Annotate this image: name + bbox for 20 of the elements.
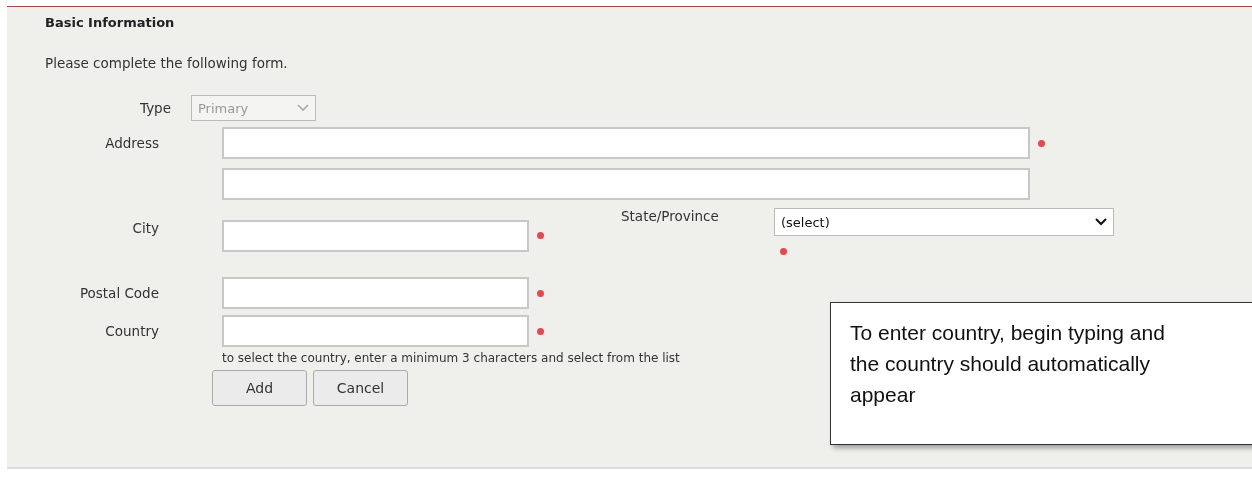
chevron-icon — [1095, 218, 1107, 226]
field-label: State/Province — [621, 208, 720, 224]
country-field[interactable] — [222, 315, 529, 347]
hint-text: to select the country, enter a minimum 3 characters and select from the list — [222, 351, 680, 365]
postal-code-field[interactable] — [222, 277, 529, 309]
field-label: Type — [139, 100, 172, 116]
field-label: City — [131, 220, 160, 236]
cancel-button[interactable]: Cancel — [313, 370, 408, 406]
field-label: Country — [104, 323, 160, 339]
field-label: Postal Code — [78, 285, 160, 301]
field-label: Address — [104, 135, 160, 151]
state-select[interactable]: (select) — [774, 208, 1114, 236]
city-field[interactable] — [222, 220, 529, 252]
callout-note: To enter country, begin typing and the country should automatically appear — [830, 302, 1252, 445]
add-button[interactable]: Add — [212, 370, 307, 406]
address-field[interactable] — [222, 127, 1030, 159]
intro-text: Please complete the following form. — [45, 55, 289, 71]
chevron-icon — [297, 104, 309, 112]
address-field[interactable] — [222, 168, 1030, 200]
section-title: Basic Information — [45, 15, 176, 30]
